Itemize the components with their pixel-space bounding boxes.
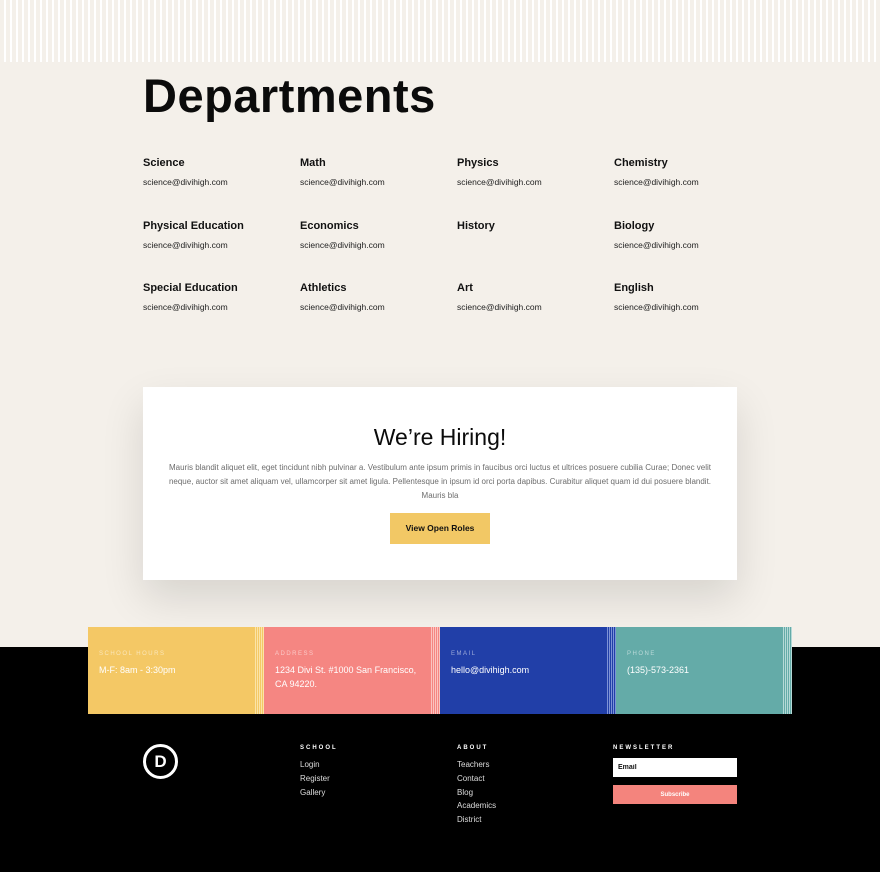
department-name: Athletics [300,282,347,294]
department-name: Math [300,157,326,169]
address-label: ADDRESS [275,651,315,657]
footer-school-heading: SCHOOL [300,745,338,751]
footer-school-column: SCHOOL Login Register Gallery [300,745,338,799]
address-box: ADDRESS 1234 Divi St. #1000 San Francisc… [264,627,440,714]
newsletter-email-input[interactable] [613,758,737,777]
decorative-stripes [0,0,880,62]
footer-link-gallery[interactable]: Gallery [300,786,338,800]
department-email[interactable]: science@divihigh.com [143,302,300,312]
divi-logo-icon[interactable]: D [143,744,178,779]
school-hours-box: SCHOOL HOURS M-F: 8am - 3:30pm [88,627,264,714]
decorative-stripes [254,627,264,714]
footer-link-academics[interactable]: Academics [457,799,496,813]
footer-link-register[interactable]: Register [300,772,338,786]
footer-about-heading: ABOUT [457,745,489,751]
department-name: Physical Education [143,219,244,232]
department-name: Physics [457,157,499,169]
footer-link-district[interactable]: District [457,813,496,827]
department-name: Economics [300,219,359,232]
department-item: English science@divihigh.com [614,282,771,345]
department-item: Economics science@divihigh.com [300,220,457,283]
department-item: Biology science@divihigh.com [614,220,771,283]
decorative-stripes [430,627,440,714]
department-email[interactable]: science@divihigh.com [300,302,457,312]
hiring-description: Mauris blandit aliquet elit, eget tincid… [168,463,712,500]
footer-link-blog[interactable]: Blog [457,786,496,800]
view-open-roles-button[interactable]: View Open Roles [390,513,490,544]
department-item: History [457,220,614,283]
footer-link-login[interactable]: Login [300,758,338,772]
department-name: English [614,282,654,294]
school-hours-label: SCHOOL HOURS [99,651,166,657]
address-value: 1234 Divi St. #1000 San Francisco, CA 94… [275,665,417,689]
department-email[interactable]: science@divihigh.com [300,240,457,250]
department-email[interactable]: science@divihigh.com [614,302,771,312]
department-email[interactable]: science@divihigh.com [457,177,614,187]
department-name: Art [457,282,473,294]
department-name: Chemistry [614,157,668,169]
department-name: History [457,219,495,232]
contact-info-band: SCHOOL HOURS M-F: 8am - 3:30pm ADDRESS 1… [88,627,792,714]
footer-link-teachers[interactable]: Teachers [457,758,496,772]
phone-value[interactable]: (135)-573-2361 [627,663,777,677]
decorative-stripes [782,627,792,714]
department-name: Biology [614,219,655,232]
page-title: Departments [143,69,436,122]
footer-newsletter-heading: NEWSLETTER [613,745,675,751]
department-item: Special Education science@divihigh.com [143,282,300,345]
department-email[interactable]: science@divihigh.com [614,177,771,187]
email-label: EMAIL [451,651,477,657]
footer-link-contact[interactable]: Contact [457,772,496,786]
email-value[interactable]: hello@divihigh.com [451,663,601,677]
department-email[interactable]: science@divihigh.com [143,177,300,187]
departments-grid: Science science@divihigh.com Math science@… [143,157,823,345]
department-email[interactable]: science@divihigh.com [300,177,457,187]
department-item: Science science@divihigh.com [143,157,300,220]
footer-about-column: ABOUT Teachers Contact Blog Academics Di… [457,745,496,827]
subscribe-button[interactable]: Subscribe [613,785,737,804]
department-item: Art science@divihigh.com [457,282,614,345]
decorative-stripes [606,627,616,714]
hiring-title: We’re Hiring! [373,424,507,450]
hiring-card: We’re Hiring! Mauris blandit aliquet eli… [143,387,737,580]
phone-label: PHONE [627,651,656,657]
department-name: Science [143,157,185,169]
department-email[interactable]: science@divihigh.com [143,240,300,250]
department-item: Chemistry science@divihigh.com [614,157,771,220]
school-hours-value: M-F: 8am - 3:30pm [99,665,176,675]
phone-box: PHONE (135)-573-2361 [616,627,792,714]
department-item: Math science@divihigh.com [300,157,457,220]
department-item: Physics science@divihigh.com [457,157,614,220]
footer-newsletter-column: NEWSLETTER Subscribe [613,745,737,804]
department-name: Special Education [143,282,238,294]
department-item: Athletics science@divihigh.com [300,282,457,345]
department-item: Physical Education science@divihigh.com [143,220,300,283]
department-email[interactable]: science@divihigh.com [457,302,614,312]
email-box: EMAIL hello@divihigh.com [440,627,616,714]
department-email[interactable]: science@divihigh.com [614,240,771,250]
